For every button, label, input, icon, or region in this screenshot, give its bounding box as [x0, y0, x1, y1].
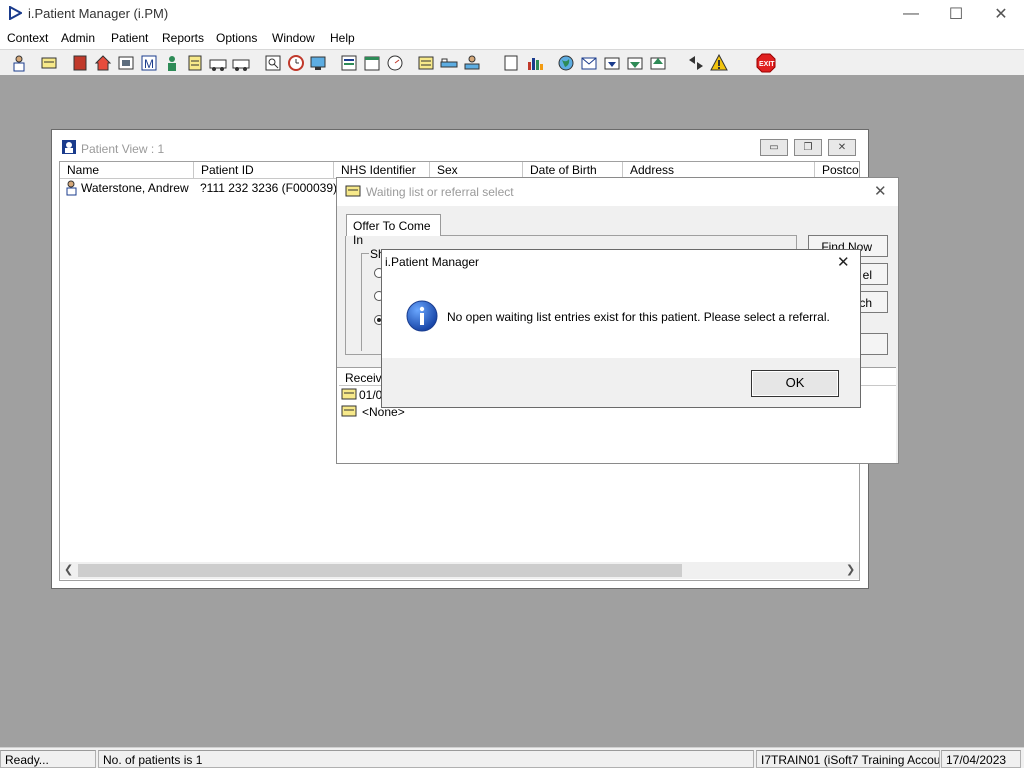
patient-id-cell: ?111 232 3236 (F000039) [200, 181, 337, 195]
close-button[interactable]: ✕ [978, 0, 1024, 28]
timer-icon[interactable] [384, 52, 406, 74]
scrollbar-thumb[interactable] [78, 564, 682, 577]
waiting-list-dialog-icon [345, 185, 361, 197]
message-box-title: i.Patient Manager [385, 255, 480, 269]
menu-options[interactable]: Options [216, 31, 257, 45]
status-account: I7TRAIN01 (iSoft7 Training Account) [756, 750, 940, 768]
transfer-in-icon[interactable] [624, 52, 646, 74]
menu-context[interactable]: Context [7, 31, 48, 45]
exit-label: EXIT [759, 61, 775, 68]
notes-icon[interactable] [184, 52, 206, 74]
menu-bar [0, 28, 1024, 49]
book-icon[interactable] [69, 52, 91, 74]
patient-view-titlebar [52, 130, 868, 160]
menu-reports[interactable]: Reports [162, 31, 204, 45]
waiting-list-dialog-title: Waiting list or referral select [366, 185, 514, 199]
info-icon [406, 300, 438, 332]
warning-icon[interactable] [708, 52, 730, 74]
column-header-name[interactable]: Name [60, 162, 194, 179]
document-icon[interactable] [500, 52, 522, 74]
referral-row-1[interactable]: 01/0 [359, 388, 382, 402]
bed-icon[interactable] [438, 52, 460, 74]
waiting-list-icon[interactable] [38, 52, 60, 74]
print-preview-icon[interactable] [115, 52, 137, 74]
patient-view-title: Patient View : 1 [81, 142, 165, 156]
transport-icon[interactable] [230, 52, 252, 74]
message-text: No open waiting list entries exist for t… [447, 310, 830, 324]
column-header-patient-id[interactable]: Patient ID [194, 162, 334, 179]
maximize-button[interactable]: ☐ [933, 0, 979, 28]
patient-row-icon [66, 180, 77, 196]
monitor-icon[interactable] [307, 52, 329, 74]
ok-button[interactable]: OK [751, 370, 839, 397]
doctor-icon[interactable] [161, 52, 183, 74]
clock-icon[interactable] [285, 52, 307, 74]
letter-icon[interactable] [415, 52, 437, 74]
referral-icon [341, 388, 357, 400]
calendar-icon[interactable] [361, 52, 383, 74]
menu-patient[interactable]: Patient [111, 31, 148, 45]
menu-help[interactable]: Help [330, 31, 355, 45]
minimize-button[interactable]: — [888, 0, 934, 28]
tab-line [441, 235, 797, 236]
patient-view-icon [62, 140, 76, 154]
status-patient-count: No. of patients is 1 [98, 750, 754, 768]
scroll-right-icon[interactable]: ❯ [846, 563, 855, 576]
status-date: 17/04/2023 [941, 750, 1021, 768]
home-icon[interactable] [92, 52, 114, 74]
patient-view-close-button[interactable]: ✕ [828, 139, 856, 156]
menu-admin[interactable]: Admin [61, 31, 95, 45]
mail-icon[interactable]: M [138, 52, 160, 74]
menu-window[interactable]: Window [272, 31, 315, 45]
exit-icon[interactable]: EXIT [755, 52, 777, 74]
globe-icon[interactable] [555, 52, 577, 74]
transfer-out-icon[interactable] [647, 52, 669, 74]
admission-icon[interactable] [461, 52, 483, 74]
ambulance-icon[interactable] [207, 52, 229, 74]
scroll-left-icon[interactable]: ❮ [64, 563, 73, 576]
bar-chart-icon[interactable] [524, 52, 546, 74]
patient-view-restore-button[interactable]: ❐ [794, 139, 822, 156]
patient-name-cell: Waterstone, Andrew [81, 181, 189, 195]
search-records-icon[interactable] [262, 52, 284, 74]
patient-view-minimize-button[interactable]: ▭ [760, 139, 788, 156]
tab-offer-to-come-in[interactable]: Offer To Come In [346, 214, 441, 247]
referral-none-icon [341, 405, 357, 417]
waiting-list-close-icon[interactable]: ✕ [874, 182, 887, 200]
inbox-icon[interactable] [578, 52, 600, 74]
status-ready: Ready... [0, 750, 96, 768]
patient-icon[interactable] [8, 52, 30, 74]
message-box-close-icon[interactable]: ✕ [837, 253, 850, 271]
schedule-icon[interactable] [338, 52, 360, 74]
app-logo-icon [9, 6, 22, 20]
app-title: i.Patient Manager (i.PM) [28, 6, 169, 21]
swap-icon[interactable] [685, 52, 707, 74]
download-icon[interactable] [601, 52, 623, 74]
svg-text:M: M [144, 57, 154, 71]
